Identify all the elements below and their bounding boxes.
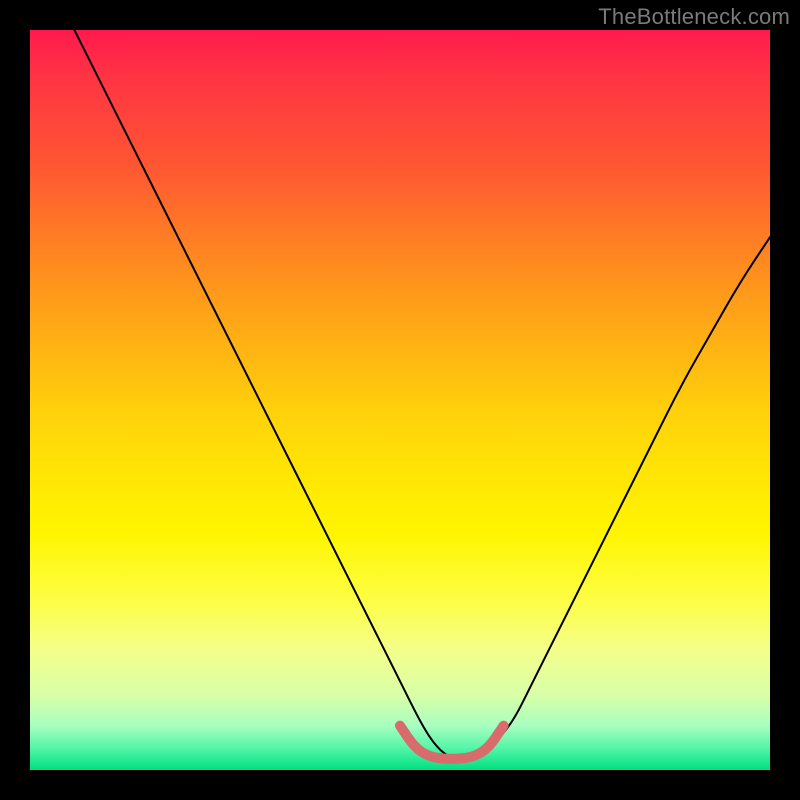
chart-frame: TheBottleneck.com [0,0,800,800]
plot-background [30,30,770,770]
watermark-text: TheBottleneck.com [598,4,790,30]
